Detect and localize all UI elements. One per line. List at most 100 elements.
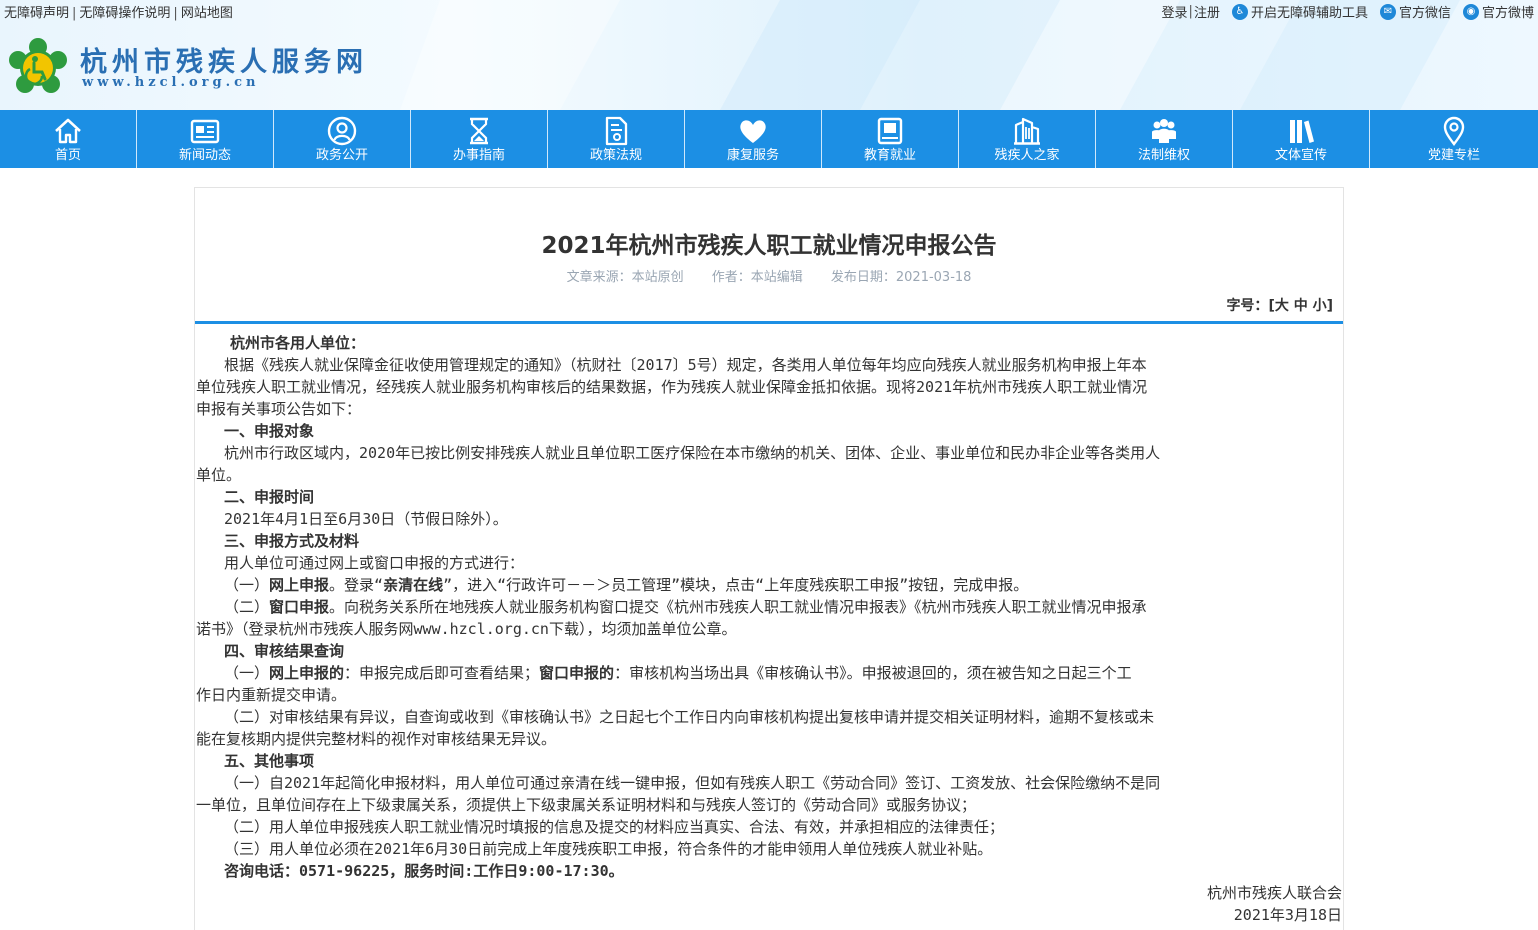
book-icon xyxy=(877,117,903,145)
text-run: ：申报完成后即可查看结果； xyxy=(344,664,540,682)
nav-item-culture[interactable]: 文体宣传 xyxy=(1233,110,1370,168)
paragraph: （一）网上申报。登录“亲清在线”，进入“行政许可－－＞员工管理”模块，点击“上年… xyxy=(196,574,1342,596)
nav-label: 办事指南 xyxy=(452,148,505,163)
paragraph: （一）网上申报的：申报完成后即可查看结果；窗口申报的：审核机构当场出具《审核确认… xyxy=(196,662,1342,684)
section-heading: 四、审核结果查询 xyxy=(224,642,345,660)
text-run: ”，进入“行政许可－－＞员工管理”模块，点击“上年度残疾职工申报”按钮，完成申报… xyxy=(443,576,1029,594)
bold-text: 网上申报 xyxy=(269,576,330,594)
font-size-small-button[interactable]: 小 xyxy=(1313,298,1327,314)
accessibility-tool-link[interactable]: 开启无障碍辅助工具 xyxy=(1251,2,1368,21)
section-heading: 二、申报时间 xyxy=(224,488,315,506)
nav-label: 政务公开 xyxy=(315,148,368,163)
section-heading: 一、申报对象 xyxy=(224,422,315,440)
accessibility-links: 无障碍声明 | 无障碍操作说明 | 网站地图 xyxy=(4,6,233,21)
nav-item-policy[interactable]: 政策法规 xyxy=(548,110,685,168)
home-icon xyxy=(55,118,81,144)
user-circle-icon xyxy=(327,116,357,146)
paragraph: 杭州市行政区域内，2020年已按比例安排残疾人就业且单位职工医疗保险在本市缴纳的… xyxy=(224,444,1161,462)
hourglass-icon xyxy=(470,117,488,145)
paragraph: （一）自2021年起简化申报材料，用人单位可通过亲清在线一键申报，但如有残疾人职… xyxy=(224,774,1161,792)
site-header: 无障碍声明 | 无障碍操作说明 | 网站地图 登录 | 注册 ♿ 开启无障碍辅助工具 ✉ 官… xyxy=(0,0,1538,110)
article-source: 文章来源：本站原创 xyxy=(566,270,684,285)
bold-text: 网上申报的 xyxy=(269,664,345,682)
user-links: 登录 | 注册 ♿ 开启无障碍辅助工具 ✉ 官方微信 ◉ 官方微博 xyxy=(1161,2,1534,21)
wechat-item[interactable]: ✉ 官方微信 xyxy=(1379,2,1451,21)
nav-label: 新闻动态 xyxy=(178,148,231,163)
greeting: 杭州市各用人单位： xyxy=(230,334,366,352)
nav-item-disabled-home[interactable]: 残疾人之家 xyxy=(959,110,1096,168)
weibo-item[interactable]: ◉ 官方微博 xyxy=(1462,2,1534,21)
nav-item-legal[interactable]: 法制维权 xyxy=(1096,110,1233,168)
weibo-link[interactable]: 官方微博 xyxy=(1482,2,1534,21)
nav-item-education[interactable]: 教育就业 xyxy=(822,110,959,168)
register-link[interactable]: 注册 xyxy=(1194,2,1220,21)
text-run: （二） xyxy=(224,598,270,616)
nav-item-rehab[interactable]: 康复服务 xyxy=(685,110,822,168)
article-author: 作者：本站编辑 xyxy=(711,270,803,285)
bold-text: 亲清在线 xyxy=(383,576,444,594)
site-url: www.hzcl.org.cn xyxy=(82,75,260,90)
nav-label: 文体宣传 xyxy=(1274,148,1327,163)
nav-item-home[interactable]: 首页 xyxy=(0,110,137,168)
nav-label: 残疾人之家 xyxy=(994,148,1060,163)
paragraph: （二）用人单位申报残疾人职工就业情况时填报的信息及提交的材料应当真实、合法、有效… xyxy=(224,818,1005,836)
nav-item-party[interactable]: 党建专栏 xyxy=(1370,110,1538,168)
article-date: 发布日期：2021-03-18 xyxy=(830,270,972,285)
text-run: 。向税务关系所在地残疾人就业服务机构窗口提交《杭州市残疾人职工就业情况申报表》《… xyxy=(329,598,1147,616)
section-heading: 三、申报方式及材料 xyxy=(224,532,360,550)
sitemap-link[interactable]: 网站地图 xyxy=(181,6,233,21)
books-icon xyxy=(1290,120,1314,143)
article-body: 杭州市各用人单位： 根据《残疾人就业保障金征收使用管理规定的通知》（杭财社〔20… xyxy=(196,332,1342,926)
news-icon xyxy=(190,119,220,144)
paragraph: 作日内重新提交申请。 xyxy=(196,686,347,704)
accessibility-tool-item[interactable]: ♿ 开启无障碍辅助工具 xyxy=(1231,2,1368,21)
section-heading: 五、其他事项 xyxy=(224,752,315,770)
nav-label: 党建专栏 xyxy=(1427,148,1480,163)
article-title: 2021年杭州市残疾人职工就业情况申报公告 xyxy=(541,233,997,259)
article-panel: 2021年杭州市残疾人职工就业情况申报公告 文章来源：本站原创 作者：本站编辑 … xyxy=(194,187,1344,930)
paragraph: 根据《残疾人就业保障金征收使用管理规定的通知》（杭财社〔2017〕5号）规定，各… xyxy=(224,356,1147,374)
text-run: 。登录“ xyxy=(329,576,384,594)
font-size-control: 字号：[大 中 小] xyxy=(1226,298,1333,314)
nav-label: 教育就业 xyxy=(863,148,916,163)
text-run: （一） xyxy=(224,664,270,682)
contact-info: 咨询电话：0571-96225，服务时间:工作日9:00-17:30。 xyxy=(224,862,624,880)
font-size-large-button[interactable]: 大 xyxy=(1275,298,1289,314)
paragraph: （二）窗口申报。向税务关系所在地残疾人就业服务机构窗口提交《杭州市残疾人职工就业… xyxy=(196,596,1342,618)
paragraph: 单位。 xyxy=(196,466,242,484)
accessibility-guide-link[interactable]: 无障碍操作说明 xyxy=(79,6,170,21)
building-icon xyxy=(1014,117,1040,145)
nav-label: 康复服务 xyxy=(726,148,779,163)
title-divider xyxy=(195,321,1343,324)
accessibility-statement-link[interactable]: 无障碍声明 xyxy=(4,6,69,21)
document-icon xyxy=(605,116,628,146)
paragraph: 诺书》（登录杭州市残疾人服务网www.hzcl.org.cn下载），均须加盖单位… xyxy=(196,620,737,638)
signature-date: 2021年3月18日 xyxy=(1233,906,1342,924)
login-link[interactable]: 登录 xyxy=(1162,2,1188,21)
heart-icon xyxy=(740,120,766,143)
bold-text: 窗口申报 xyxy=(269,598,330,616)
people-icon xyxy=(1152,119,1176,143)
paragraph: 能在复核期内提供完整材料的视作对审核结果无异议。 xyxy=(196,730,557,748)
paragraph: （三）用人单位必须在2021年6月30日前完成上年度残疾职工申报，符合条件的才能… xyxy=(224,840,993,858)
weibo-icon: ◉ xyxy=(1462,3,1479,20)
paragraph: 单位残疾人职工就业情况，经残疾人就业服务机构审核后的结果数据，作为残疾人就业保障… xyxy=(196,378,1148,396)
text-run: ：审核机构当场出具《审核确认书》。申报被退回的，须在被告知之日起三个工 xyxy=(614,664,1132,682)
font-size-medium-button[interactable]: 中 xyxy=(1294,298,1308,314)
nav-item-guide[interactable]: 办事指南 xyxy=(411,110,548,168)
nav-label: 政策法规 xyxy=(589,148,642,163)
paragraph: 用人单位可通过网上或窗口申报的方式进行： xyxy=(224,554,525,572)
nav-item-news[interactable]: 新闻动态 xyxy=(137,110,274,168)
nav-label: 首页 xyxy=(54,148,81,163)
wechat-link[interactable]: 官方微信 xyxy=(1399,2,1451,21)
paragraph: 2021年4月1日至6月30日（节假日除外）。 xyxy=(224,510,508,528)
text-run: （一） xyxy=(224,576,270,594)
site-name[interactable]: 杭州市残疾人服务网 xyxy=(80,40,368,79)
paragraph: （二）对审核结果有异议，自查询或收到《审核确认书》之日起七个工作日内向审核机构提… xyxy=(224,708,1155,726)
paragraph: 一单位，且单位间存在上下级隶属关系，须提供上下级隶属关系证明材料和与残疾人签订的… xyxy=(196,796,977,814)
wechat-icon: ✉ xyxy=(1379,3,1396,20)
nav-item-gov-affairs[interactable]: 政务公开 xyxy=(274,110,411,168)
main-nav: 首页 新闻动态 政务公开 办事指南 政策法规 康复服务 教育就业 残疾人之家 法… xyxy=(0,110,1538,168)
site-logo[interactable] xyxy=(8,38,68,98)
article-meta: 文章来源：本站原创 作者：本站编辑 发布日期：2021-03-18 xyxy=(195,266,1343,285)
